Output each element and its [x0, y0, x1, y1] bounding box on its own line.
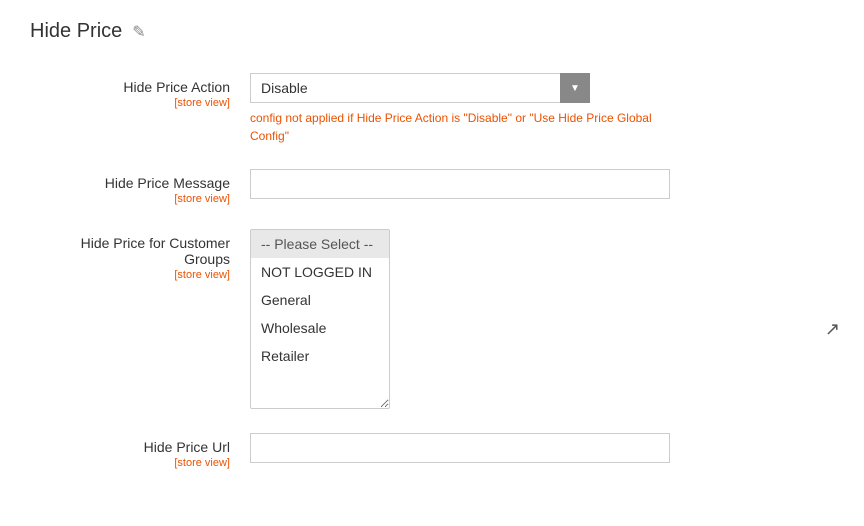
hide-price-form: Hide Price Action [store view] Disable H… — [30, 73, 780, 469]
multiselect-wrapper: -- Please Select -- NOT LOGGED IN Genera… — [250, 229, 780, 409]
hide-price-url-label: Hide Price Url [store view] — [30, 433, 250, 469]
hide-price-url-input[interactable] — [250, 433, 670, 463]
hide-price-message-input[interactable] — [250, 169, 670, 199]
hide-price-action-select-wrapper: Disable Hide Price Use Hide Price Global… — [250, 73, 590, 103]
option-please-select[interactable]: -- Please Select -- — [251, 230, 389, 258]
hide-price-customer-groups-label: Hide Price for Customer Hide Price for C… — [30, 229, 250, 281]
hide-price-action-row: Hide Price Action [store view] Disable H… — [30, 73, 780, 145]
hide-price-action-info: config not applied if Hide Price Action … — [250, 109, 670, 145]
hide-price-action-label: Hide Price Action [store view] — [30, 73, 250, 109]
hide-price-url-control — [250, 433, 780, 463]
hide-price-action-select[interactable]: Disable Hide Price Use Hide Price Global… — [250, 73, 590, 103]
hide-price-message-control — [250, 169, 780, 199]
option-not-logged-in[interactable]: NOT LOGGED IN — [251, 258, 389, 286]
hide-price-customer-groups-control: -- Please Select -- NOT LOGGED IN Genera… — [250, 229, 780, 409]
hide-price-message-row: Hide Price Message [store view] — [30, 169, 780, 205]
option-wholesale[interactable]: Wholesale — [251, 314, 389, 342]
page-title-section: Hide Price ✎ — [30, 20, 834, 43]
edit-icon[interactable]: ✎ — [132, 22, 145, 42]
page-title: Hide Price — [30, 20, 122, 43]
hide-price-url-row: Hide Price Url [store view] — [30, 433, 780, 469]
option-retailer[interactable]: Retailer — [251, 342, 389, 370]
hide-price-message-label: Hide Price Message [store view] — [30, 169, 250, 205]
hide-price-customer-groups-row: Hide Price for Customer Hide Price for C… — [30, 229, 780, 409]
cursor-indicator: ↗ — [825, 319, 840, 340]
hide-price-action-control: Disable Hide Price Use Hide Price Global… — [250, 73, 780, 145]
hide-price-customer-groups-select[interactable]: -- Please Select -- NOT LOGGED IN Genera… — [250, 229, 390, 409]
option-general[interactable]: General — [251, 286, 389, 314]
